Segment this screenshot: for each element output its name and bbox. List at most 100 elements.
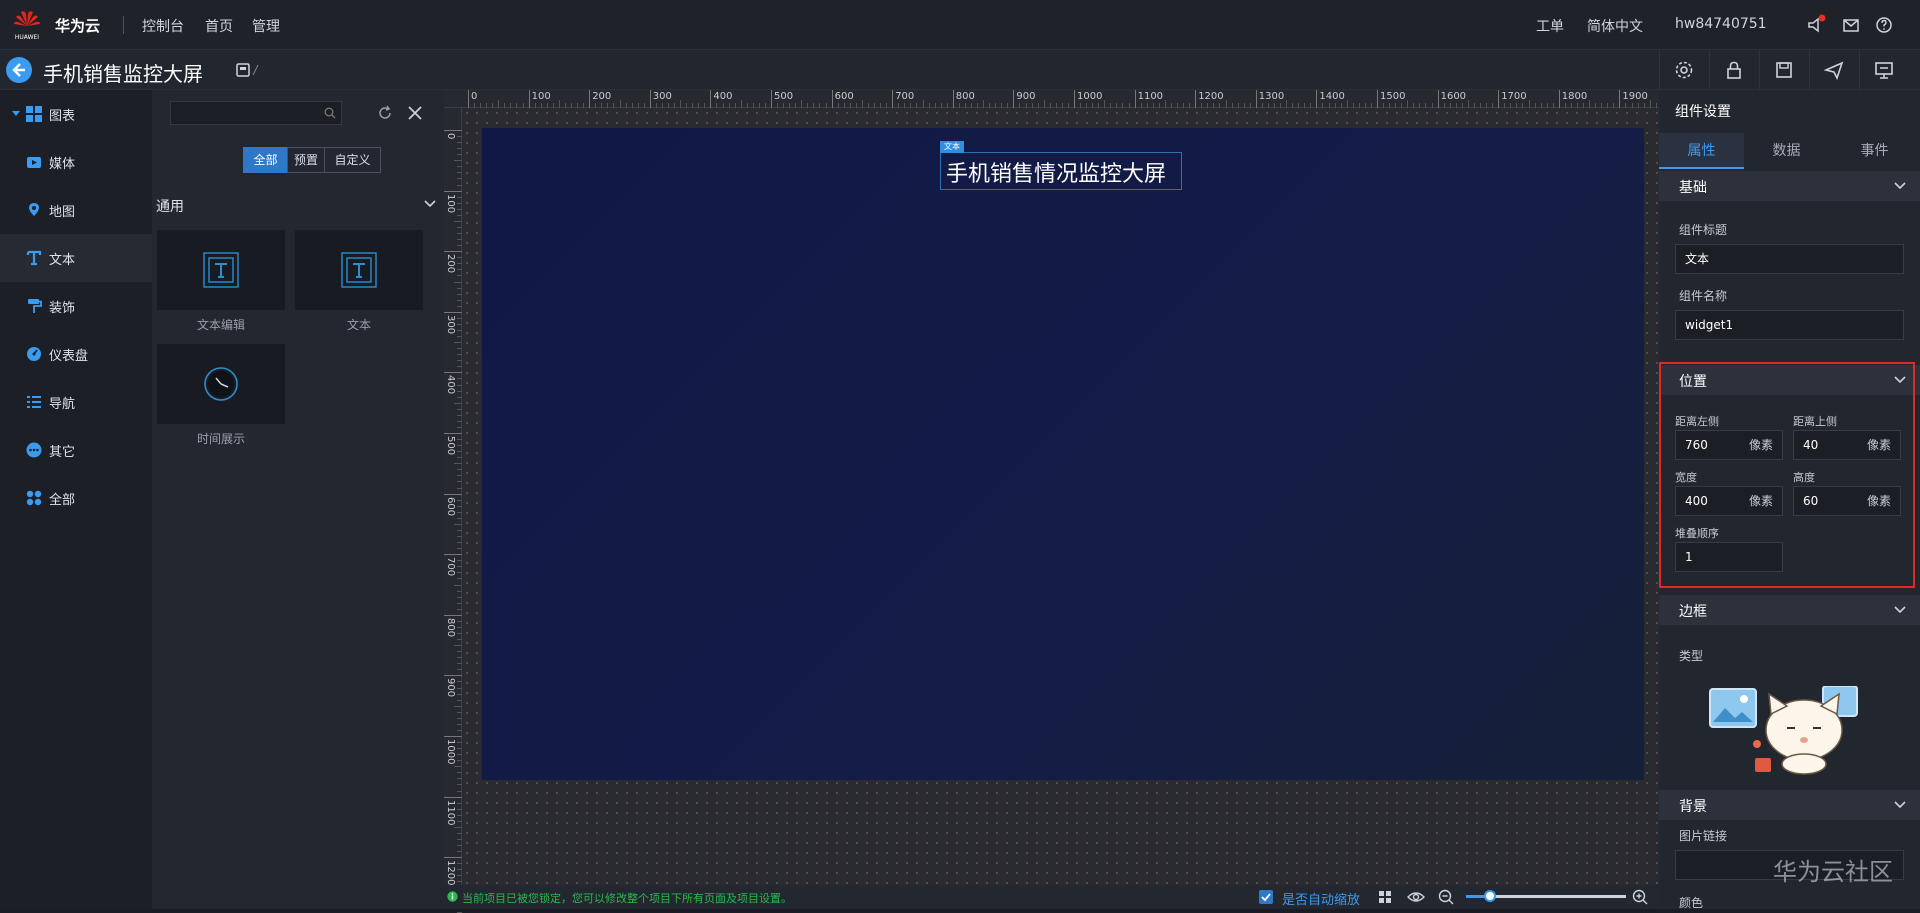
search-icon[interactable] — [324, 107, 336, 119]
ruler-minor-tick — [1061, 103, 1063, 108]
ruler-minor-tick — [457, 451, 462, 453]
ruler-minor-tick — [1480, 103, 1482, 108]
help-icon[interactable] — [1873, 14, 1895, 36]
nav-home[interactable]: 首页 — [205, 16, 233, 36]
library-item-time-display[interactable] — [157, 344, 285, 424]
cat-mascot-sticker — [1753, 686, 1858, 775]
ruler-tick-label: 100 — [531, 91, 551, 102]
nav-item-navigation[interactable]: 导航 — [0, 378, 152, 426]
section-title: 边框 — [1679, 604, 1707, 620]
auto-zoom-checkbox[interactable] — [1259, 890, 1273, 904]
component-title-input[interactable]: 文本 — [1675, 244, 1904, 274]
close-icon[interactable] — [406, 104, 424, 122]
ruler-minor-tick — [457, 560, 462, 562]
ruler-minor-tick — [457, 457, 462, 459]
tab-properties[interactable]: 属性 — [1659, 133, 1744, 169]
ruler-minor-tick — [686, 103, 688, 108]
tab-data[interactable]: 数据 — [1744, 133, 1829, 169]
nav-item-text[interactable]: 文本 — [0, 234, 152, 282]
ruler-minor-tick — [1613, 103, 1615, 108]
huawei-logo[interactable]: HUAWEI — [12, 8, 42, 42]
ruler-minor-tick — [1007, 103, 1009, 108]
publish-icon[interactable] — [1822, 58, 1846, 82]
ruler-minor-tick — [1152, 103, 1154, 108]
nav-item-other[interactable]: 其它 — [0, 426, 152, 474]
brand-name[interactable]: 华为云 — [55, 15, 100, 36]
screen-canvas[interactable] — [482, 128, 1644, 780]
ruler-tick — [444, 372, 462, 374]
refresh-icon[interactable] — [376, 104, 394, 122]
ruler-tick-label: 500 — [774, 91, 794, 102]
ruler-minor-tick — [457, 875, 462, 877]
auto-zoom-label[interactable]: 是否自动缩放 — [1282, 889, 1360, 908]
chevron-down-icon[interactable] — [424, 199, 436, 209]
nav-item-chart[interactable]: 图表 — [0, 90, 152, 138]
panel-title: 组件设置 — [1675, 104, 1731, 120]
tab-events[interactable]: 事件 — [1829, 133, 1920, 169]
filter-all-button[interactable]: 全部 — [243, 147, 288, 173]
ruler-minor-tick — [454, 281, 462, 283]
library-item-text[interactable] — [295, 230, 423, 310]
map-pin-icon — [29, 203, 39, 216]
save-icon[interactable] — [1772, 58, 1796, 82]
ruler-minor-tick — [457, 839, 462, 841]
gear-icon[interactable] — [1672, 58, 1696, 82]
nav-item-media[interactable]: 媒体 — [0, 138, 152, 186]
ruler-tick — [444, 857, 462, 859]
ruler-minor-tick — [1310, 103, 1312, 108]
zoom-slider-track[interactable] — [1466, 890, 1626, 902]
ruler-minor-tick — [1146, 103, 1148, 108]
ruler-minor-tick — [457, 287, 462, 289]
ruler-minor-tick — [1031, 103, 1033, 108]
nav-item-map[interactable]: 地图 — [0, 186, 152, 234]
lock-icon[interactable] — [1722, 58, 1746, 82]
page-manager-icon[interactable] — [232, 58, 268, 82]
section-basic[interactable]: 基础 — [1659, 171, 1920, 201]
section-background[interactable]: 背景 — [1659, 790, 1920, 820]
ruler-tick — [1255, 90, 1257, 108]
notification-icon[interactable] — [1805, 14, 1827, 36]
back-button[interactable] — [6, 57, 32, 83]
ruler-minor-tick — [480, 103, 482, 108]
preview-icon[interactable] — [1872, 58, 1896, 82]
mail-icon[interactable] — [1840, 14, 1862, 36]
component-name-input[interactable]: widget1 — [1675, 310, 1904, 340]
ruler-minor-tick — [977, 103, 979, 108]
eye-icon[interactable] — [1407, 889, 1425, 905]
nav-item-all[interactable]: 全部 — [0, 474, 152, 522]
ruler-minor-tick — [680, 100, 682, 108]
ruler-minor-tick — [807, 103, 809, 108]
zoom-out-icon[interactable] — [1438, 889, 1454, 905]
section-title: 背景 — [1679, 799, 1707, 815]
user-account[interactable]: hw84740751 — [1675, 16, 1767, 32]
nav-item-label: 全部 — [49, 493, 76, 508]
ruler-minor-tick — [457, 663, 462, 665]
ruler-minor-tick — [1110, 103, 1112, 108]
filter-custom-button[interactable]: 自定义 — [324, 147, 381, 173]
ruler-minor-tick — [1189, 103, 1191, 108]
nav-ticket[interactable]: 工单 — [1536, 16, 1564, 36]
ruler-tick-label: 1000 — [445, 739, 456, 765]
nav-item-decoration[interactable]: 装饰 — [0, 282, 152, 330]
section-border[interactable]: 边框 — [1659, 595, 1920, 625]
ruler-tick — [589, 90, 591, 108]
ruler-minor-tick — [457, 348, 462, 350]
filter-preset-button[interactable]: 预置 — [287, 147, 325, 173]
nav-console[interactable]: 控制台 — [142, 16, 184, 36]
ruler-tick-label: 200 — [445, 254, 456, 274]
language-select[interactable]: 简体中文 — [1587, 16, 1643, 36]
search-input[interactable] — [170, 101, 342, 125]
ruler-minor-tick — [457, 257, 462, 259]
library-item-text-editor[interactable] — [157, 230, 285, 310]
widget-title-text[interactable]: 手机销售情况监控大屏 — [946, 156, 1166, 188]
zoom-in-icon[interactable] — [1632, 889, 1648, 905]
zoom-slider-handle[interactable] — [1484, 890, 1496, 902]
ruler-minor-tick — [457, 475, 462, 477]
ruler-minor-tick — [704, 103, 706, 108]
nav-manage[interactable]: 管理 — [252, 16, 280, 36]
ruler-minor-tick — [540, 103, 542, 108]
grid-view-icon[interactable] — [1378, 890, 1392, 904]
nav-item-gauge[interactable]: 仪表盘 — [0, 330, 152, 378]
text-icon — [26, 250, 42, 266]
ruler-minor-tick — [457, 511, 462, 513]
